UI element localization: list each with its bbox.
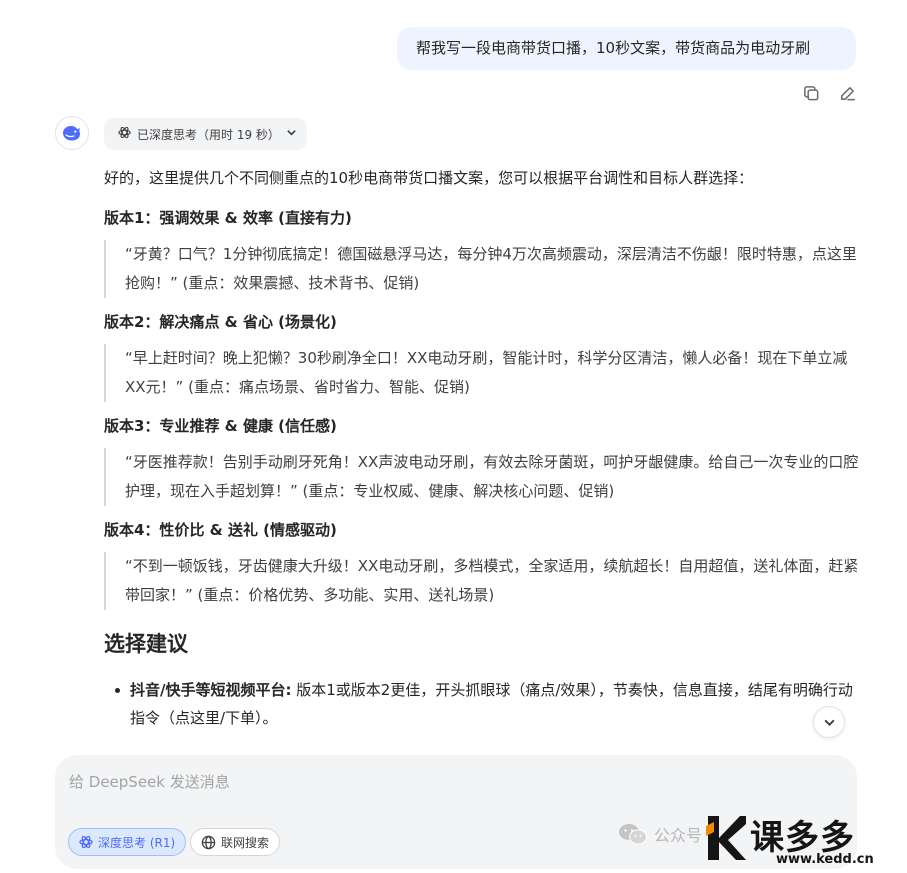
deep-think-toggle[interactable]: 已深度思考（用时 19 秒） bbox=[104, 118, 307, 150]
think-chip-label: 已深度思考（用时 19 秒） bbox=[137, 127, 280, 142]
answer-intro: 好的，这里提供几个不同侧重点的10秒电商带货口播文案，您可以根据平台调性和目标人… bbox=[104, 169, 754, 187]
atom-icon bbox=[79, 835, 93, 849]
chevron-down-icon bbox=[286, 127, 297, 141]
bullet-label: 抖音/快手等短视频平台: bbox=[130, 681, 292, 699]
deep-think-label: 深度思考 (R1) bbox=[98, 835, 176, 850]
version-quote: “不到一顿饭钱，牙齿健康大升级！XX电动牙刷，多档模式，全家适用，续航超长！自用… bbox=[104, 552, 860, 610]
assistant-answer: 好的，这里提供几个不同侧重点的10秒电商带货口播文案，您可以根据平台调性和目标人… bbox=[104, 162, 864, 732]
k-logo-icon bbox=[706, 816, 746, 860]
wechat-watermark: 公众号 bbox=[618, 822, 702, 846]
globe-icon bbox=[201, 835, 216, 849]
version-quote: “牙黄？口气？1分钟彻底搞定！德国磁悬浮马达，每分钟4万次高频震动，深层清洁不伤… bbox=[104, 240, 860, 298]
version-title: 版本1：强调效果 & 效率 (直接有力) bbox=[104, 209, 352, 227]
wechat-watermark-text: 公众号 bbox=[654, 826, 703, 845]
section-heading: 选择建议 bbox=[104, 632, 188, 656]
list-item: 抖音/快手等短视频平台: 版本1或版本2更佳，开头抓眼球（痛点/效果），节奏快，… bbox=[104, 676, 864, 732]
deep-think-r1-button[interactable]: 深度思考 (R1) bbox=[68, 828, 187, 856]
version-title: 版本2：解决痛点 & 省心 (场景化) bbox=[104, 313, 337, 331]
message-input[interactable] bbox=[69, 767, 809, 797]
chevron-down-icon bbox=[823, 719, 835, 726]
scroll-to-bottom-button[interactable] bbox=[813, 706, 845, 738]
atom-icon bbox=[118, 126, 131, 142]
version-title: 版本3：专业推荐 & 健康 (信任感) bbox=[104, 417, 337, 435]
brand-url: www.kedd.cn bbox=[776, 852, 874, 867]
version-title: 版本4：性价比 & 送礼 (情感驱动) bbox=[104, 521, 337, 539]
copy-button[interactable] bbox=[800, 82, 822, 104]
version-quote: “早上赶时间？晚上犯懒？30秒刷净全口！XX电动牙刷，智能计时，科学分区清洁，懒… bbox=[104, 344, 860, 402]
user-message-bubble: 帮我写一段电商带货口播，10秒文案，带货商品为电动牙刷 bbox=[397, 27, 856, 70]
message-tools bbox=[800, 82, 858, 104]
web-search-label: 联网搜索 bbox=[221, 835, 270, 850]
user-message-text: 帮我写一段电商带货口播，10秒文案，带货商品为电动牙刷 bbox=[416, 39, 811, 57]
assistant-avatar bbox=[55, 116, 89, 150]
wechat-icon bbox=[619, 824, 647, 845]
edit-icon bbox=[840, 86, 855, 100]
web-search-button[interactable]: 联网搜索 bbox=[190, 828, 281, 856]
kedd-logo-watermark: 课多多 www.kedd.cn bbox=[706, 812, 902, 870]
edit-button[interactable] bbox=[836, 82, 858, 104]
deepseek-whale-icon bbox=[63, 126, 80, 141]
copy-icon bbox=[803, 85, 818, 100]
version-quote: “牙医推荐款！告别手动刷牙死角！XX声波电动牙刷，有效去除牙菌斑，呵护牙龈健康。… bbox=[104, 448, 860, 506]
